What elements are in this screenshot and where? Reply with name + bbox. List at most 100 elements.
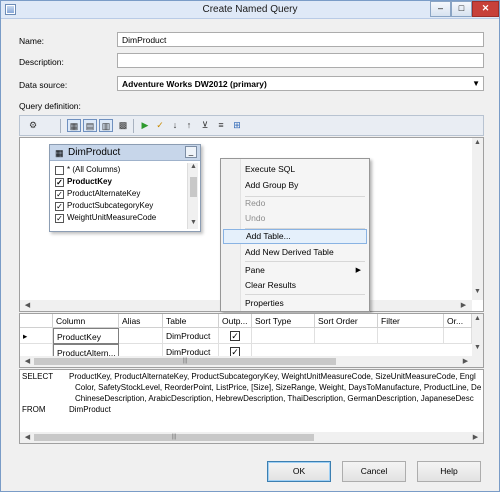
menu-separator (245, 294, 365, 295)
scroll-thumb[interactable]: ||| (34, 434, 314, 441)
group-by-icon[interactable]: ≡ (214, 119, 228, 132)
column-item[interactable]: ✓ ProductAlternateKey (54, 188, 186, 200)
scroll-right-icon[interactable]: ▶ (458, 301, 469, 309)
remove-filter-icon[interactable]: ⊻ (198, 119, 212, 132)
grid-cell-sort-type[interactable] (252, 328, 315, 344)
grid-cell-sort-order[interactable] (315, 328, 378, 344)
grid-pane[interactable]: Column Alias Table Outp... Sort Type Sor… (19, 313, 484, 368)
toolbar-separator (133, 119, 134, 133)
menu-item-redo[interactable]: Redo (223, 196, 367, 211)
ok-button[interactable]: OK (267, 461, 331, 482)
grid-cell-alias[interactable] (119, 328, 163, 344)
grid-header-or[interactable]: Or... (444, 314, 472, 328)
add-table-icon[interactable]: ⊞ (230, 119, 244, 132)
scroll-left-icon[interactable]: ◀ (22, 433, 33, 441)
table-grid-icon: ▦ (55, 148, 64, 158)
menu-item-add-group-by[interactable]: Add Group By (223, 178, 367, 193)
grid-header-sort-order[interactable]: Sort Order (315, 314, 378, 328)
column-checkbox[interactable]: ✓ (55, 178, 64, 187)
data-source-select[interactable]: Adventure Works DW2012 (primary) ▼ (117, 76, 484, 91)
grid-horizontal-scrollbar[interactable]: ◀ ||| ▶ (20, 356, 483, 367)
table-name: DimProduct (68, 147, 121, 158)
scroll-left-icon[interactable]: ◀ (22, 357, 33, 365)
diagram-vertical-scrollbar[interactable]: ▲ ▼ (472, 138, 483, 300)
scroll-down-icon[interactable]: ▼ (188, 219, 199, 226)
scroll-left-icon[interactable]: ◀ (22, 301, 33, 309)
grid-header-alias[interactable]: Alias (119, 314, 163, 328)
column-checkbox[interactable]: ✓ (55, 214, 64, 223)
column-item[interactable]: ✓ ProductSubcategoryKey (54, 200, 186, 212)
chevron-down-icon[interactable]: ▼ (472, 78, 480, 90)
run-icon[interactable]: ▶ (138, 119, 152, 132)
scroll-down-icon[interactable]: ▼ (472, 344, 483, 351)
maximize-button[interactable]: □ (451, 1, 472, 17)
column-label: WeightUnitMeasureCode (67, 213, 157, 222)
grid-header-table[interactable]: Table (163, 314, 219, 328)
scroll-right-icon[interactable]: ▶ (470, 433, 481, 441)
grid-cell-filter[interactable] (378, 328, 444, 344)
query-designer-toolbar: ⚙ ▦ ▤ ▥ ▩ ▶ ✓ ↓ ↑ ⊻ ≡ ⊞ (19, 115, 484, 136)
sql-pane[interactable]: SELECT ProductKey, ProductAlternateKey, … (19, 369, 484, 444)
close-button[interactable]: ✕ (472, 1, 499, 17)
column-checkbox[interactable]: ✓ (55, 190, 64, 199)
grid-header-filter[interactable]: Filter (378, 314, 444, 328)
grid-header-sort-type[interactable]: Sort Type (252, 314, 315, 328)
column-checkbox[interactable]: ✓ (55, 202, 64, 211)
sql-keyword-from: FROM (22, 405, 46, 414)
output-checkbox[interactable]: ✓ (230, 331, 240, 341)
dialog-title: Create Named Query (202, 4, 298, 15)
grid-header-column[interactable]: Column (53, 314, 119, 328)
show-grid-pane-icon[interactable]: ▤ (83, 119, 97, 132)
table-dimproduct[interactable]: ▦ DimProduct _ * (All Columns) ✓ Product… (49, 144, 201, 232)
sql-horizontal-scrollbar[interactable]: ◀ ||| ▶ (20, 432, 483, 443)
menu-item-pane-label: Pane (245, 265, 265, 275)
table-scrollbar[interactable]: ▲ ▼ (187, 163, 198, 229)
scroll-down-icon[interactable]: ▼ (472, 288, 483, 295)
verify-sql-icon[interactable]: ✓ (153, 119, 167, 132)
query-definition-label: Query definition: (19, 101, 81, 111)
menu-item-properties[interactable]: Properties (223, 296, 367, 311)
name-field[interactable]: DimProduct (117, 32, 484, 47)
sql-text: DimProduct (69, 405, 111, 414)
grid-cell-or[interactable] (444, 328, 472, 344)
manage-relationships-icon[interactable]: ⚙ (26, 119, 40, 132)
scroll-up-icon[interactable]: ▲ (472, 139, 483, 146)
column-item[interactable]: ✓ ProductKey (54, 176, 186, 188)
sort-ascending-icon[interactable]: ↓ (168, 119, 182, 132)
help-button[interactable]: Help (417, 461, 481, 482)
grid-cell-table[interactable]: DimProduct (163, 328, 219, 344)
row-selector-current[interactable]: ▸ (20, 328, 53, 344)
data-source-value: Adventure Works DW2012 (primary) (122, 79, 267, 89)
show-sql-pane-icon[interactable]: ▥ (99, 119, 113, 132)
cancel-button[interactable]: Cancel (342, 461, 406, 482)
menu-item-undo[interactable]: Undo (223, 211, 367, 226)
grid-cell-output[interactable]: ✓ (219, 328, 252, 344)
scroll-right-icon[interactable]: ▶ (460, 357, 471, 365)
scroll-thumb[interactable]: ||| (34, 358, 336, 365)
scroll-thumb[interactable] (190, 177, 197, 197)
grid-vertical-scrollbar[interactable]: ▲ ▼ (472, 314, 483, 356)
show-diagram-pane-icon[interactable]: ▦ (67, 119, 81, 132)
title-bar[interactable]: Create Named Query – □ ✕ (1, 1, 499, 19)
table-header[interactable]: ▦ DimProduct _ (50, 145, 200, 161)
menu-item-clear-results[interactable]: Clear Results (223, 278, 367, 293)
column-label: ProductSubcategoryKey (67, 201, 154, 210)
show-results-pane-icon[interactable]: ▩ (116, 119, 130, 132)
menu-item-add-table[interactable]: Add Table... (223, 229, 367, 244)
minimize-button[interactable]: – (430, 1, 451, 17)
column-item[interactable]: * (All Columns) (54, 164, 186, 176)
submenu-arrow-icon: ▶ (355, 267, 361, 274)
menu-item-execute-sql[interactable]: Execute SQL (223, 162, 367, 177)
scroll-up-icon[interactable]: ▲ (188, 163, 199, 170)
description-field[interactable] (117, 53, 484, 68)
sort-descending-icon[interactable]: ↑ (182, 119, 196, 132)
grid-header-output[interactable]: Outp... (219, 314, 252, 328)
scroll-up-icon[interactable]: ▲ (472, 315, 483, 322)
menu-item-pane[interactable]: Pane ▶ (223, 263, 367, 278)
menu-item-add-new-derived-table[interactable]: Add New Derived Table (223, 245, 367, 260)
grid-cell-column[interactable]: ProductKey (53, 328, 119, 344)
column-checkbox[interactable] (55, 166, 64, 175)
column-item[interactable]: ✓ WeightUnitMeasureCode (54, 212, 186, 224)
table-minimize-button[interactable]: _ (185, 146, 197, 158)
column-label: ProductKey (67, 177, 112, 186)
